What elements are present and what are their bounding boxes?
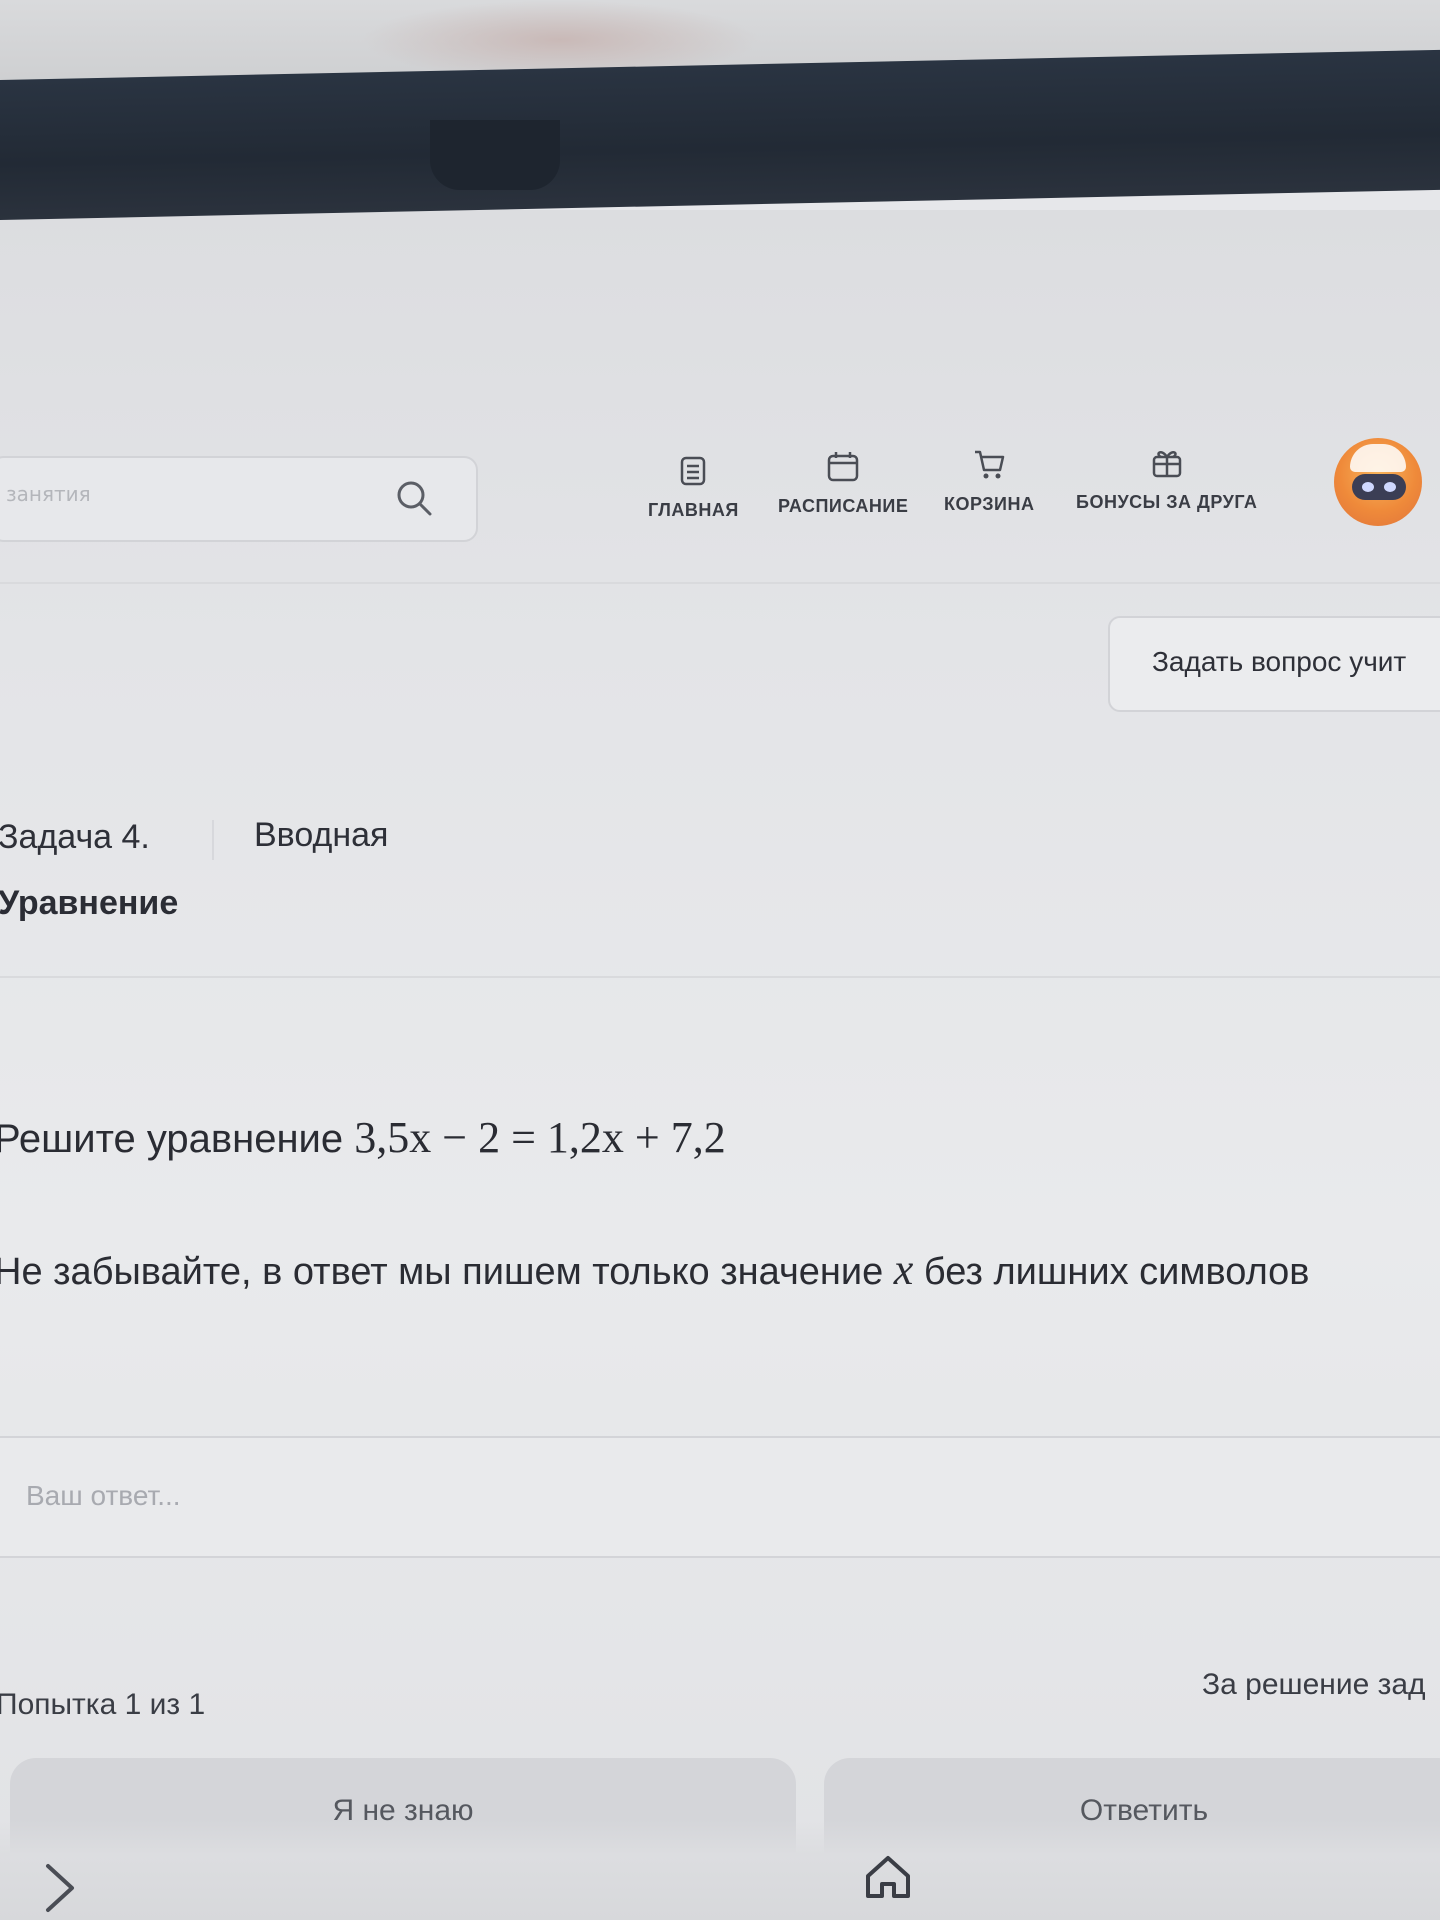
- hint-suffix: без лишних символов: [913, 1251, 1310, 1293]
- search-placeholder[interactable]: занятия: [6, 482, 91, 506]
- nav-item-cart[interactable]: КОРЗИНА: [944, 446, 1034, 515]
- nav-label-bonus: БОНУСЫ ЗА ДРУГА: [1076, 492, 1258, 512]
- search-icon[interactable]: [392, 476, 436, 520]
- nav-item-bonus[interactable]: БОНУСЫ ЗА ДРУГА: [1076, 444, 1257, 513]
- chevron-right-icon[interactable]: [40, 1860, 80, 1916]
- equation: 3,5x − 2 = 1,2x + 7,2: [354, 1113, 726, 1162]
- task-number: Задача 4.: [0, 818, 150, 856]
- hint-variable: x: [893, 1245, 914, 1294]
- avatar[interactable]: [1334, 438, 1422, 526]
- task-divider: [0, 976, 1440, 978]
- cart-icon: [975, 450, 1005, 479]
- gift-icon: [1152, 451, 1181, 478]
- attempts-counter: Попытка 1 из 1: [0, 1688, 206, 1721]
- nav-item-home[interactable]: ГЛАВНАЯ: [648, 452, 739, 521]
- monitor-bezel: [0, 49, 1440, 220]
- avatar-hat: [1350, 444, 1406, 472]
- document-list-icon: [681, 456, 706, 486]
- bottom-bar: [0, 1820, 1440, 1920]
- monitor-notch: [430, 120, 560, 190]
- ask-teacher-label: Задать вопрос учит: [1152, 646, 1407, 677]
- avatar-eye: [1384, 482, 1396, 492]
- task-separator: [212, 820, 214, 860]
- calendar-icon: [827, 452, 859, 482]
- task-type: Вводная: [254, 816, 389, 854]
- avatar-mask: [1352, 474, 1406, 500]
- task-title: Уравнение: [0, 884, 179, 922]
- answer-hint: Не забывайте, в ответ мы пишем только зн…: [0, 1244, 1310, 1295]
- answer-input[interactable]: [24, 1470, 628, 1522]
- problem-prefix: Решите уравнение: [0, 1117, 355, 1161]
- nav-item-schedule[interactable]: РАСПИСАНИЕ: [778, 448, 908, 517]
- problem-statement: Решите уравнение 3,5x − 2 = 1,2x + 7,2: [0, 1112, 726, 1163]
- nav-label-schedule: РАСПИСАНИЕ: [778, 496, 909, 516]
- header-divider: [0, 582, 1440, 584]
- nav-label-home: ГЛАВНАЯ: [648, 500, 739, 520]
- avatar-eye: [1362, 482, 1374, 492]
- home-icon[interactable]: [862, 1852, 914, 1904]
- ask-teacher-button[interactable]: Задать вопрос учит: [1108, 616, 1440, 712]
- reward-text: За решение зад: [1202, 1668, 1426, 1701]
- hint-prefix: Не забывайте, в ответ мы пишем только зн…: [0, 1251, 894, 1293]
- search-box[interactable]: занятия: [0, 456, 478, 542]
- nav-label-cart: КОРЗИНА: [944, 494, 1035, 514]
- answer-field[interactable]: [0, 1436, 1440, 1558]
